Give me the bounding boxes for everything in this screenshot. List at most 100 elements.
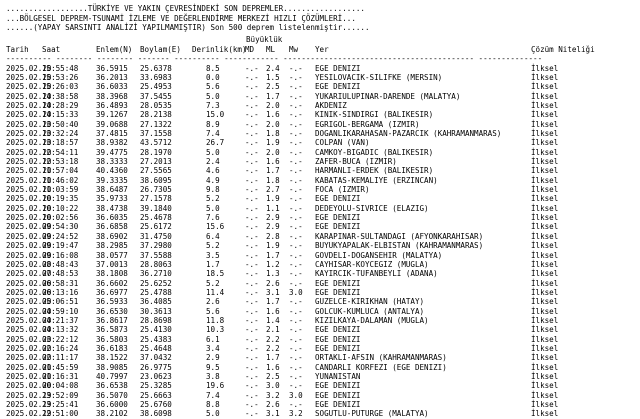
cell-ml: 1.7 (266, 91, 280, 101)
cell-location: EGE DENIZI (315, 63, 361, 73)
cell-depth: 5.0 (206, 409, 220, 419)
header-time: Saat (42, 44, 61, 54)
table-row: 2025.02.20 04:13:32 36.5873 25.4130 10.3 -.- 2… (0, 325, 640, 334)
cell-solution: İlksel (531, 166, 559, 176)
cell-longitude: 26.7305 (140, 185, 172, 195)
cell-mw: -.- (289, 269, 303, 279)
cell-md: -.- (245, 287, 259, 297)
cell-md: -.- (245, 241, 259, 251)
cell-depth: 5.2 (206, 241, 220, 251)
cell-latitude: 38.6902 (96, 231, 128, 241)
cell-depth: 3.4 (206, 344, 220, 353)
cell-latitude: 36.4893 (96, 100, 128, 110)
cell-md: -.- (245, 222, 259, 232)
cell-solution: İlksel (531, 325, 559, 335)
table-row: 2025.02.20 09:54:30 36.6858 25.6172 15.6 -.- 2… (0, 222, 640, 231)
cell-mw: 3.0 (289, 390, 303, 400)
cell-longitude: 25.4788 (140, 287, 172, 297)
cell-mw: -.- (289, 110, 303, 120)
cell-solution: İlksel (531, 213, 559, 223)
cell-longitude: 25.6663 (140, 390, 172, 400)
cell-location: EGE DENIZI (315, 82, 361, 92)
cell-ml: 2.5 (266, 372, 280, 382)
cell-depth: 2.9 (206, 353, 220, 363)
cell-location: EGE DENIZI (315, 381, 361, 391)
cell-time: 13:50:40 (42, 119, 79, 129)
cell-depth: 5.0 (206, 91, 220, 101)
cell-ml: 1.9 (266, 194, 280, 204)
cell-time: 15:55:48 (42, 63, 79, 73)
cell-latitude: 36.2013 (96, 72, 128, 82)
cell-solution: İlksel (531, 315, 559, 325)
cell-md: -.- (245, 194, 259, 204)
cell-solution: İlksel (531, 344, 559, 353)
table-row: 2025.02.20 06:58:31 36.6602 25.6252 5.2 -.- 2.… (0, 279, 640, 288)
cell-md: -.- (245, 390, 259, 400)
cell-md: -.- (245, 72, 259, 82)
cell-ml: 3.1 (266, 409, 280, 419)
cell-location: ORTAKLI-AFSIN (KAHRAMANMARAS) (315, 353, 447, 363)
cell-time: 22:51:00 (42, 409, 79, 419)
cell-solution: İlksel (531, 400, 559, 410)
table-row: 2025.02.20 09:16:08 38.0577 37.5588 3.5 -.- 1.… (0, 251, 640, 260)
cell-ml: 1.7 (266, 353, 280, 363)
cell-depth: 7.3 (206, 100, 220, 110)
table-row: 2025.02.20 03:22:12 36.5803 25.4383 6.1 -.- 2.… (0, 335, 640, 344)
cell-mw: -.- (289, 82, 303, 92)
cell-depth: 26.7 (206, 138, 225, 148)
cell-time: 02:11:17 (42, 353, 79, 363)
cell-solution: İlksel (531, 194, 559, 204)
cell-longitude: 36.4085 (140, 297, 172, 307)
table-row: 2025.02.20 13:50:40 39.0688 27.1322 8.9 -.- 2.… (0, 120, 640, 129)
cell-latitude: 37.4815 (96, 128, 128, 138)
cell-location: EGE DENIZI (315, 287, 361, 297)
cell-longitude: 38.6095 (140, 175, 172, 185)
cell-mw: -.- (289, 334, 303, 344)
cell-depth: 0.0 (206, 72, 220, 82)
cell-longitude: 28.2138 (140, 110, 172, 120)
cell-depth: 1.7 (206, 259, 220, 269)
cell-longitude: 25.3285 (140, 381, 172, 391)
cell-md: -.- (245, 157, 259, 166)
cell-latitude: 38.1808 (96, 269, 128, 279)
cell-time: 14:28:29 (42, 100, 79, 110)
cell-ml: 2.1 (266, 325, 280, 335)
cell-latitude: 40.4360 (96, 166, 128, 176)
cell-time: 13:18:57 (42, 138, 79, 148)
cell-solution: İlksel (531, 63, 559, 73)
cell-solution: İlksel (531, 409, 559, 419)
cell-latitude: 40.7997 (96, 372, 128, 382)
cell-time: 04:21:37 (42, 315, 79, 325)
cell-solution: İlksel (531, 306, 559, 316)
cell-mw: -.- (289, 63, 303, 73)
cell-latitude: 36.6602 (96, 278, 128, 288)
table-row: 2025.02.20 15:26:03 36.6033 25.4953 5.6 -.- 2.… (0, 82, 640, 91)
cell-ml: 1.9 (266, 241, 280, 251)
cell-latitude: 36.5803 (96, 334, 128, 344)
cell-depth: 5.2 (206, 194, 220, 204)
cell-location: GOVDELI-DOGANSEHIR (MALATYA) (315, 250, 443, 260)
cell-location: EGE DENIZI (315, 194, 361, 204)
table-row: 2025.02.20 02:11:17 38.1522 37.0432 2.9 -.- 1.… (0, 353, 640, 362)
cell-location: EGRIGOL-BERGAMA (IZMIR) (315, 119, 420, 129)
table-row: 2025.02.20 05:06:51 36.5933 36.4085 2.6 -.- 1.… (0, 297, 640, 306)
cell-longitude: 31.4750 (140, 231, 172, 241)
cell-longitude: 25.4648 (140, 344, 172, 353)
cell-solution: İlksel (531, 334, 559, 344)
cell-md: -.- (245, 250, 259, 260)
cell-depth: 18.5 (206, 269, 225, 279)
cell-ml: 1.6 (266, 110, 280, 120)
cell-mw: -.- (289, 203, 303, 213)
cell-time: 10:19:35 (42, 194, 79, 204)
cell-latitude: 38.2102 (96, 409, 128, 419)
cell-longitude: 30.3613 (140, 306, 172, 316)
header-md: MD (245, 44, 255, 54)
cell-md: -.- (245, 203, 259, 213)
cell-solution: İlksel (531, 72, 559, 82)
cell-longitude: 36.2710 (140, 269, 172, 279)
cell-solution: İlksel (531, 353, 559, 363)
cell-location: CANDARLI KORFEZI (EGE DENIZI) (315, 362, 447, 372)
table-row: 2025.02.20 04:59:10 36.6530 30.3613 5.6 -.- 1.… (0, 307, 640, 316)
cell-mw: -.- (289, 400, 303, 410)
cell-longitude: 23.0623 (140, 372, 172, 382)
